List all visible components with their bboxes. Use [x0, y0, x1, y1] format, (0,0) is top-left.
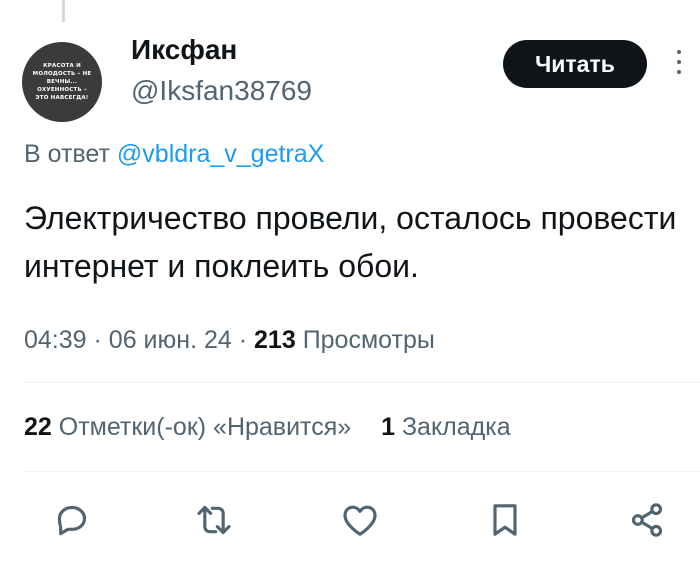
divider — [24, 382, 700, 383]
bookmark-icon[interactable] — [485, 500, 525, 540]
likes-label: Отметки(-ок) «Нравится» — [58, 413, 352, 441]
tweet-stats: 22 Отметки(-ок) «Нравится» 1 Закладка — [24, 413, 511, 442]
like-icon[interactable] — [340, 500, 380, 540]
views-label: Просмотры — [302, 326, 435, 354]
user-handle[interactable]: @Iksfan38769 — [131, 75, 312, 107]
meta-separator: · — [238, 326, 248, 354]
reply-context: В ответ @vbldra_v_getraX — [24, 140, 324, 169]
share-icon[interactable] — [627, 500, 667, 540]
likes-stat[interactable]: 22 Отметки(-ок) «Нравится» — [24, 413, 358, 441]
more-options-icon[interactable] — [672, 50, 686, 80]
follow-button[interactable]: Читать — [503, 40, 647, 88]
avatar[interactable]: КРАСОТА И МОЛОДОСТЬ – НЕ ВЕЧНЫ... ОХУЕНН… — [22, 42, 102, 122]
bookmarks-count: 1 — [381, 413, 395, 441]
divider — [24, 471, 700, 472]
reply-mention-link[interactable]: @vbldra_v_getraX — [117, 140, 324, 168]
tweet-time[interactable]: 04:39 — [24, 326, 87, 354]
reply-prefix: В ответ — [24, 140, 110, 168]
likes-count: 22 — [24, 413, 52, 441]
reply-icon[interactable] — [52, 500, 92, 540]
meta-separator: · — [93, 326, 102, 354]
tweet-text: Электричество провели, осталось провести… — [24, 200, 677, 284]
bookmarks-stat[interactable]: 1 Закладка — [381, 413, 511, 441]
avatar-text: КРАСОТА И МОЛОДОСТЬ – НЕ ВЕЧНЫ... ОХУЕНН… — [32, 63, 92, 101]
tweet-meta: 04:39 · 06 июн. 24 · 213 Просмотры — [24, 326, 435, 355]
user-name[interactable]: Иксфан — [131, 34, 237, 66]
thread-line — [62, 0, 65, 22]
bookmarks-label: Закладка — [401, 413, 511, 441]
retweet-icon[interactable] — [194, 500, 234, 540]
tweet-date[interactable]: 06 июн. 24 — [109, 326, 232, 354]
views-count: 213 — [254, 326, 296, 354]
